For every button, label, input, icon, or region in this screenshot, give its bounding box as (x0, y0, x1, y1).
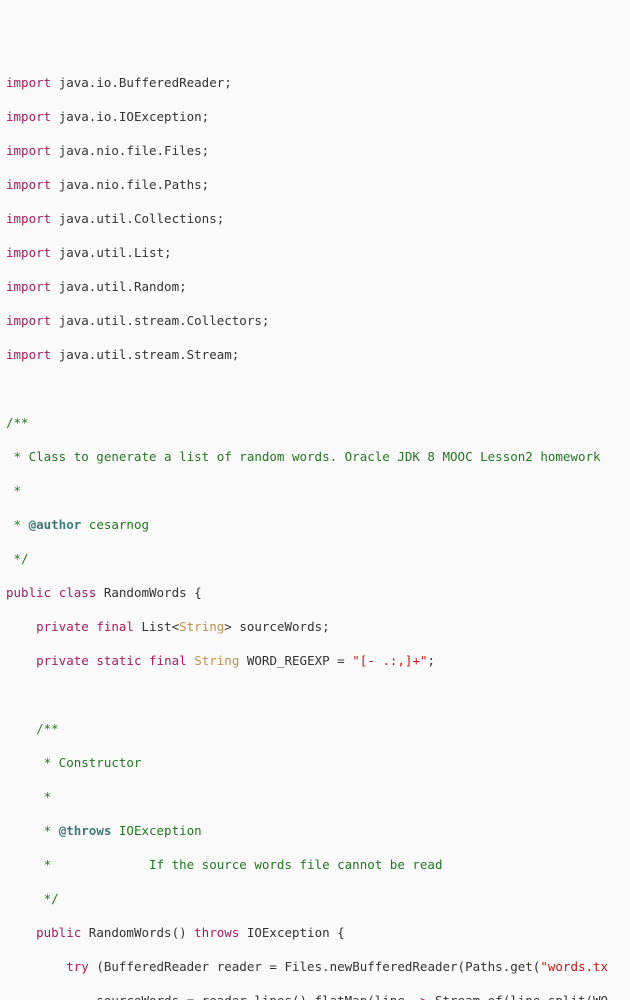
keyword-class: class (59, 585, 97, 600)
field-assign: WORD_REGEXP = (239, 653, 352, 668)
javadoc-tag-author: @author (29, 517, 82, 532)
javadoc-desc: * Class to generate a list of random wor… (6, 448, 630, 465)
keyword-static: static (96, 653, 141, 668)
keyword-try: try (66, 959, 89, 974)
javadoc-close: */ (6, 550, 630, 567)
keyword-import: import (6, 211, 51, 226)
javadoc-prefix: * (6, 823, 59, 838)
ctor-signature: public RandomWords() throws IOException … (6, 924, 630, 941)
javadoc-desc: * Constructor (6, 754, 630, 771)
code-line: import java.util.Random; (6, 278, 630, 295)
string-literal-path: "words.tx (540, 959, 608, 974)
javadoc-blank: * (6, 788, 630, 805)
field-name: > sourceWords; (224, 619, 329, 634)
type-string: String (179, 619, 224, 634)
class-name: RandomWords { (96, 585, 201, 600)
field-type-a: List< (134, 619, 179, 634)
import-path: java.nio.file.Paths; (59, 177, 210, 192)
keyword-import: import (6, 177, 51, 192)
keyword-import: import (6, 75, 51, 90)
keyword-import: import (6, 143, 51, 158)
javadoc-author-value: cesarnog (81, 517, 149, 532)
import-path: java.io.IOException; (59, 109, 210, 124)
blank-line (6, 686, 630, 703)
javadoc-author: * @author cesarnog (6, 516, 630, 533)
code-line: import java.util.Collections; (6, 210, 630, 227)
keyword-import: import (6, 313, 51, 328)
keyword-import: import (6, 279, 51, 294)
blank-line (6, 380, 630, 397)
try-resource: (BufferedReader reader = Files.newBuffer… (89, 959, 541, 974)
javadoc-open: /** (6, 720, 630, 737)
code-line: import java.util.List; (6, 244, 630, 261)
body-code-a: sourceWords = reader.lines().flatMap(lin… (6, 993, 412, 1000)
import-path: java.io.BufferedReader; (59, 75, 232, 90)
body-code-b: Stream.of(line.split(WO (427, 993, 608, 1000)
ctor-exception: IOException { (239, 925, 344, 940)
keyword-private: private (36, 653, 89, 668)
keyword-throws: throws (194, 925, 239, 940)
import-path: java.util.List; (59, 245, 172, 260)
javadoc-blank: * (6, 482, 630, 499)
code-line: import java.nio.file.Paths; (6, 176, 630, 193)
code-line: import java.util.stream.Collectors; (6, 312, 630, 329)
code-line: import java.nio.file.Files; (6, 142, 630, 159)
class-signature: public class RandomWords { (6, 584, 630, 601)
code-line: import java.io.IOException; (6, 108, 630, 125)
ctor-name: RandomWords() (81, 925, 194, 940)
code-line: import java.io.BufferedReader; (6, 74, 630, 91)
semicolon: ; (428, 653, 436, 668)
keyword-final: final (149, 653, 187, 668)
try-line: try (BufferedReader reader = Files.newBu… (6, 958, 630, 975)
type-string: String (194, 653, 239, 668)
javadoc-throws: * @throws IOException (6, 822, 630, 839)
keyword-public: public (6, 585, 51, 600)
field-line: private static final String WORD_REGEXP … (6, 652, 630, 669)
keyword-import: import (6, 245, 51, 260)
import-path: java.util.stream.Collectors; (59, 313, 270, 328)
field-line: private final List<String> sourceWords; (6, 618, 630, 635)
javadoc-tag-throws: @throws (59, 823, 112, 838)
body-line: sourceWords = reader.lines().flatMap(lin… (6, 992, 630, 1000)
keyword-public: public (36, 925, 81, 940)
import-path: java.util.Random; (59, 279, 187, 294)
javadoc-close: */ (6, 890, 630, 907)
javadoc-throws-desc: * If the source words file cannot be rea… (6, 856, 630, 873)
keyword-import: import (6, 347, 51, 362)
code-line: import java.util.stream.Stream; (6, 346, 630, 363)
javadoc-prefix: * (6, 517, 29, 532)
import-path: java.util.stream.Stream; (59, 347, 240, 362)
import-path: java.nio.file.Files; (59, 143, 210, 158)
keyword-import: import (6, 109, 51, 124)
keyword-final: final (96, 619, 134, 634)
javadoc-throws-value: IOException (111, 823, 201, 838)
lambda-arrow: -> (412, 993, 427, 1000)
keyword-private: private (36, 619, 89, 634)
import-path: java.util.Collections; (59, 211, 225, 226)
string-literal-regexp: "[- .:,]+" (352, 653, 427, 668)
javadoc-open: /** (6, 414, 630, 431)
